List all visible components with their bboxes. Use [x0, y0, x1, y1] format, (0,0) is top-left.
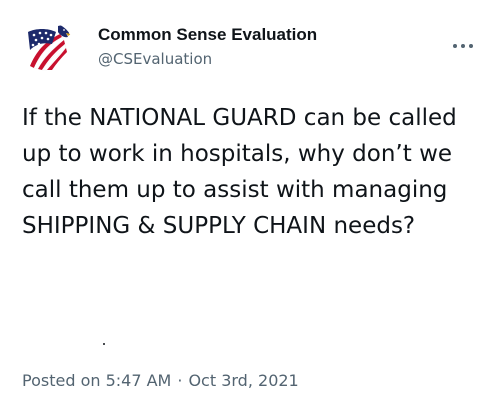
meta-separator: · — [177, 371, 183, 390]
posted-prefix: Posted on — [22, 371, 101, 390]
ellipsis-icon — [453, 44, 473, 48]
display-name[interactable]: Common Sense Evaluation — [98, 24, 317, 46]
tweet-timestamp[interactable]: Posted on 5:47 AM · Oct 3rd, 2021 — [22, 370, 299, 392]
more-options-button[interactable] — [448, 36, 478, 56]
avatar[interactable] — [22, 22, 74, 74]
post-date: Oct 3rd, 2021 — [188, 371, 299, 390]
tweet-card: Common Sense Evaluation @CSEvaluation If… — [0, 0, 500, 410]
flag-eagle-logo-icon — [28, 25, 71, 71]
tweet-header: Common Sense Evaluation @CSEvaluation — [22, 22, 480, 74]
author-names: Common Sense Evaluation @CSEvaluation — [98, 24, 317, 70]
tweet-text: If the NATIONAL GUARD can be called up t… — [22, 105, 457, 239]
post-time: 5:47 AM — [105, 371, 172, 390]
decorative-dot — [103, 343, 105, 345]
user-handle[interactable]: @CSEvaluation — [98, 48, 317, 70]
